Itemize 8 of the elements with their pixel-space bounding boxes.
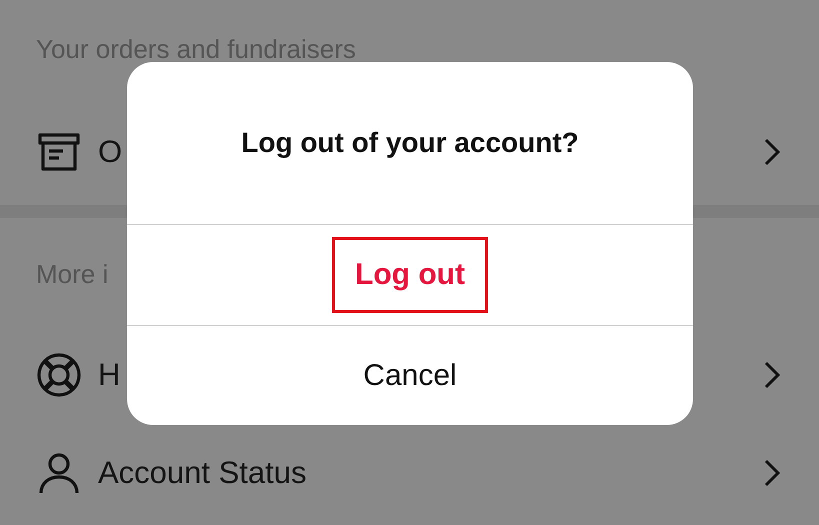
- dialog-title: Log out of your account?: [127, 62, 693, 225]
- cancel-button[interactable]: Cancel: [350, 350, 470, 402]
- chevron-right-icon: [763, 458, 781, 488]
- chevron-right-icon: [763, 136, 781, 166]
- logout-button[interactable]: Log out: [332, 237, 488, 313]
- menu-item-label[interactable]: Account Status: [98, 454, 747, 490]
- chevron-right-icon: [763, 360, 781, 390]
- lifebuoy-icon: [36, 352, 82, 398]
